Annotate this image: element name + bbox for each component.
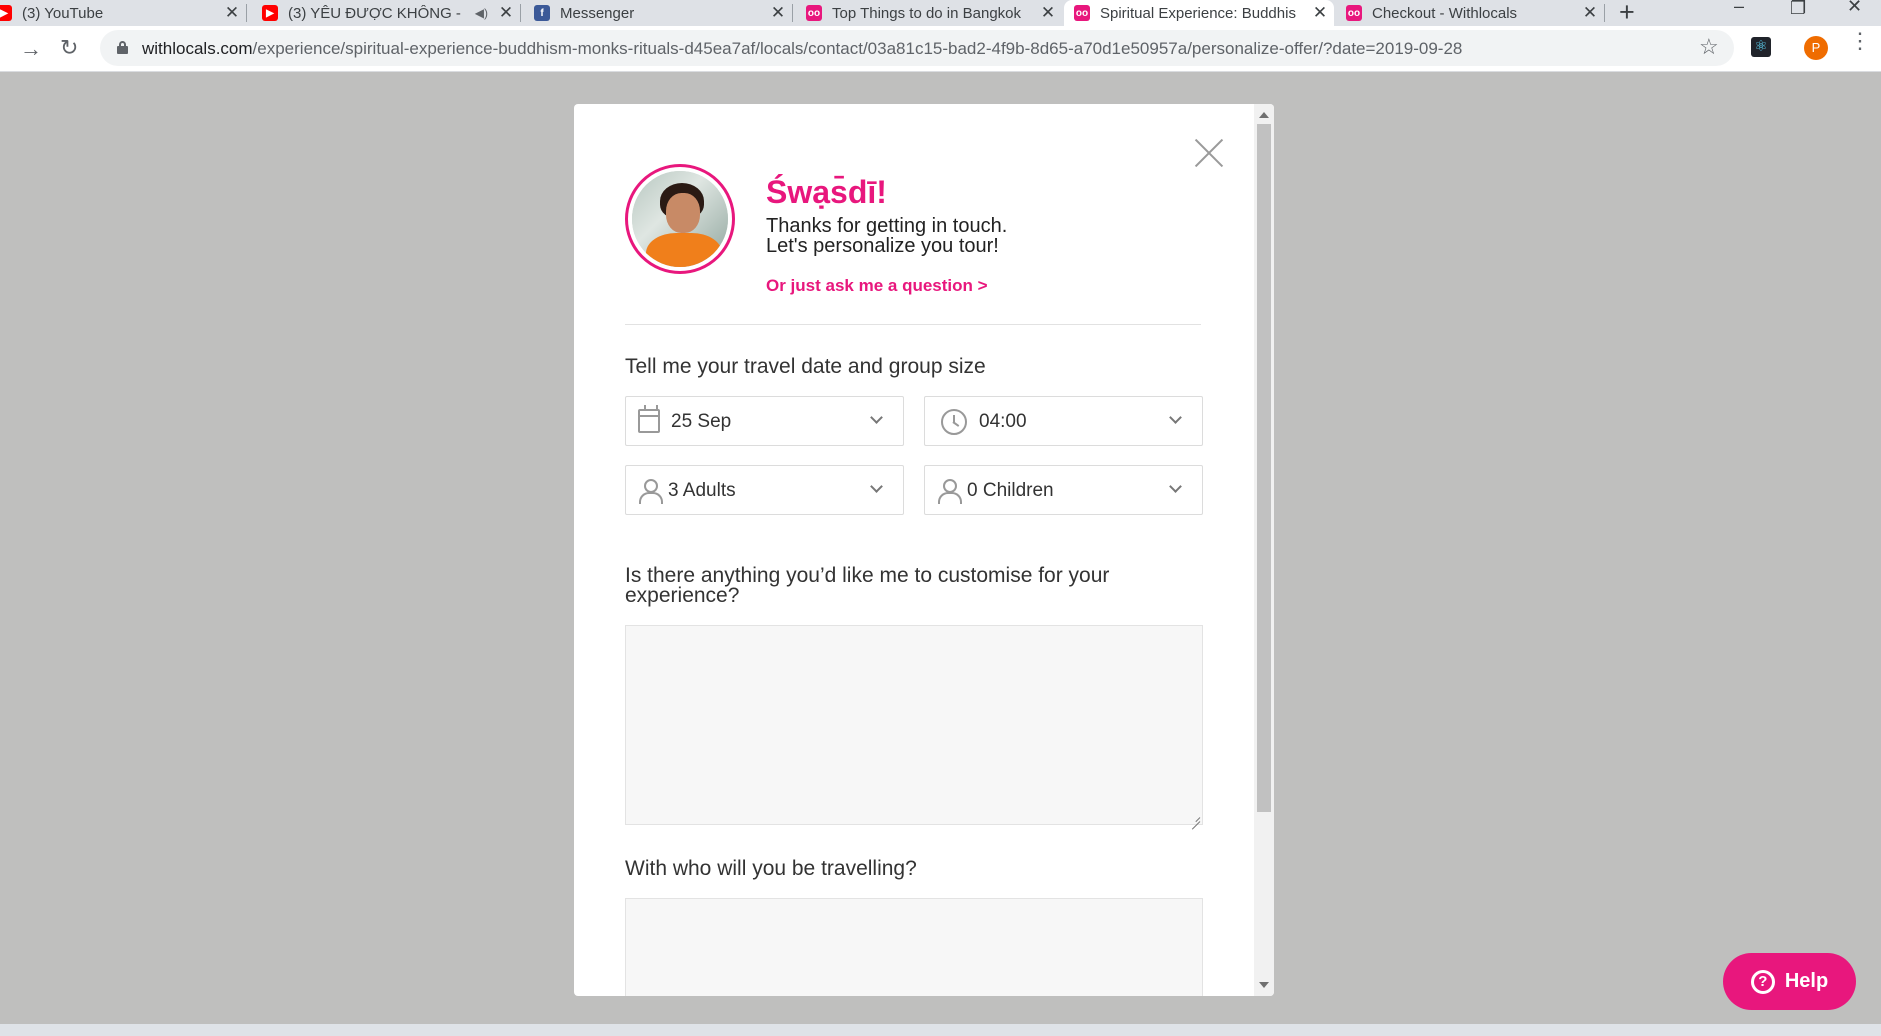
chevron-down-icon bbox=[870, 480, 883, 493]
os-taskbar bbox=[0, 1024, 1881, 1036]
speaker-icon[interactable]: ◀) bbox=[475, 6, 488, 20]
customise-label-line-2: experience? bbox=[625, 584, 740, 607]
new-tab-icon[interactable]: + bbox=[1619, 0, 1635, 28]
ask-question-link[interactable]: Or just ask me a question > bbox=[766, 276, 988, 296]
close-tab-icon[interactable]: ✕ bbox=[222, 3, 242, 23]
clock-icon bbox=[941, 409, 967, 435]
modal-scrollbar[interactable] bbox=[1254, 104, 1274, 996]
question-icon: ? bbox=[1750, 969, 1775, 994]
date-value: 25 Sep bbox=[671, 411, 732, 432]
restore-icon[interactable]: ❐ bbox=[1790, 0, 1806, 19]
companions-textarea[interactable] bbox=[625, 898, 1203, 996]
tab-separator bbox=[792, 4, 793, 22]
resize-handle-icon[interactable] bbox=[1190, 812, 1200, 822]
chevron-down-icon bbox=[1169, 480, 1182, 493]
browser-menu-icon[interactable]: ⋮ bbox=[1849, 30, 1871, 52]
children-select[interactable]: 0 Children bbox=[924, 465, 1203, 515]
local-host-avatar bbox=[625, 164, 735, 274]
tab-separator bbox=[246, 4, 247, 22]
person-icon bbox=[638, 478, 663, 504]
close-tab-icon[interactable]: ✕ bbox=[1038, 3, 1058, 23]
withlocals-icon: oo bbox=[1346, 5, 1362, 21]
withlocals-icon: oo bbox=[1074, 5, 1090, 21]
reload-icon[interactable]: ↻ bbox=[60, 35, 78, 61]
lock-icon bbox=[117, 41, 128, 54]
person-icon bbox=[937, 478, 962, 504]
scroll-down-icon[interactable] bbox=[1259, 982, 1269, 988]
close-tab-icon[interactable]: ✕ bbox=[496, 3, 516, 23]
youtube-icon: ▶ bbox=[262, 5, 278, 21]
address-bar[interactable]: withlocals.com/experience/spiritual-expe… bbox=[100, 30, 1734, 66]
tab-checkout-withlocals[interactable]: oo Checkout - Withlocals ✕ bbox=[1336, 0, 1604, 26]
tab-strip: ▶ (3) YouTube ✕ ▶ (3) YÊU ĐƯỢC KHÔNG - ◀… bbox=[0, 0, 1881, 28]
window-close-icon[interactable]: ✕ bbox=[1847, 0, 1862, 17]
travel-date-label: Tell me your travel date and group size bbox=[625, 355, 986, 378]
close-tab-icon[interactable]: ✕ bbox=[768, 3, 788, 23]
profile-avatar[interactable]: P bbox=[1804, 36, 1828, 60]
adults-value: 3 Adults bbox=[668, 480, 736, 501]
youtube-icon: ▶ bbox=[0, 5, 12, 21]
tab-separator bbox=[1604, 4, 1605, 22]
tab-title: Spiritual Experience: Buddhis bbox=[1100, 4, 1296, 22]
close-tab-icon[interactable]: ✕ bbox=[1580, 3, 1600, 23]
tab-top-things-bangkok[interactable]: oo Top Things to do in Bangkok ✕ bbox=[796, 0, 1062, 26]
customise-textarea[interactable] bbox=[625, 625, 1203, 825]
tab-messenger[interactable]: f Messenger ✕ bbox=[524, 0, 792, 26]
intro-line-1: Thanks for getting in touch. bbox=[766, 215, 1008, 237]
close-icon[interactable] bbox=[1191, 134, 1227, 170]
url-host: withlocals.com bbox=[142, 39, 253, 58]
minimize-icon[interactable]: – bbox=[1734, 0, 1744, 17]
modal-content: Śwạs̄dī! Thanks for getting in touch. Le… bbox=[574, 104, 1254, 996]
withlocals-icon: oo bbox=[806, 5, 822, 21]
date-select[interactable]: 25 Sep bbox=[625, 396, 904, 446]
close-tab-icon[interactable]: ✕ bbox=[1310, 3, 1330, 23]
tab-separator bbox=[520, 4, 521, 22]
chevron-down-icon bbox=[870, 411, 883, 424]
chevron-down-icon bbox=[1169, 411, 1182, 424]
tab-spiritual-experience[interactable]: oo Spiritual Experience: Buddhis ✕ bbox=[1064, 0, 1334, 26]
scrollbar-thumb[interactable] bbox=[1257, 124, 1271, 812]
companions-label: With who will you be travelling? bbox=[625, 857, 917, 880]
customise-label-line-1: Is there anything you’d like me to custo… bbox=[625, 564, 1110, 587]
forward-icon[interactable]: → bbox=[20, 36, 42, 62]
calendar-icon bbox=[638, 405, 660, 433]
time-select[interactable]: 04:00 bbox=[924, 396, 1203, 446]
tab-yeu-duoc-khong[interactable]: ▶ (3) YÊU ĐƯỢC KHÔNG - ◀) ✕ bbox=[252, 0, 520, 26]
tab-title: (3) YÊU ĐƯỢC KHÔNG - bbox=[288, 4, 461, 22]
time-value: 04:00 bbox=[979, 411, 1027, 432]
tab-title: Top Things to do in Bangkok bbox=[832, 4, 1022, 22]
tab-title: Messenger bbox=[560, 4, 635, 22]
help-label: Help bbox=[1784, 970, 1829, 992]
personalize-offer-modal: Śwạs̄dī! Thanks for getting in touch. Le… bbox=[574, 104, 1274, 996]
url-path: /experience/spiritual-experience-buddhis… bbox=[252, 39, 1463, 58]
url-text[interactable]: withlocals.com/experience/spiritual-expe… bbox=[142, 39, 1462, 59]
greeting-heading: Śwạs̄dī! bbox=[766, 174, 887, 210]
intro-line-2: Let's personalize you tour! bbox=[766, 235, 999, 257]
facebook-icon: f bbox=[534, 5, 550, 21]
bookmark-star-icon[interactable]: ☆ bbox=[1699, 34, 1719, 60]
host-photo bbox=[632, 171, 728, 267]
tab-title: Checkout - Withlocals bbox=[1372, 4, 1518, 22]
tab-youtube[interactable]: ▶ (3) YouTube ✕ bbox=[0, 0, 246, 26]
intro-text: Thanks for getting in touch. Let's perso… bbox=[766, 216, 1007, 256]
adults-select[interactable]: 3 Adults bbox=[625, 465, 904, 515]
children-value: 0 Children bbox=[967, 480, 1054, 501]
customise-label: Is there anything you’d like me to custo… bbox=[625, 564, 1110, 607]
react-devtools-icon[interactable]: ⚛ bbox=[1751, 37, 1771, 57]
help-button[interactable]: ? Help bbox=[1723, 953, 1856, 1010]
divider bbox=[625, 324, 1201, 325]
tab-title: (3) YouTube bbox=[22, 4, 104, 22]
scroll-up-icon[interactable] bbox=[1259, 112, 1269, 118]
browser-toolbar: → ↻ withlocals.com/experience/spiritual-… bbox=[0, 26, 1881, 72]
